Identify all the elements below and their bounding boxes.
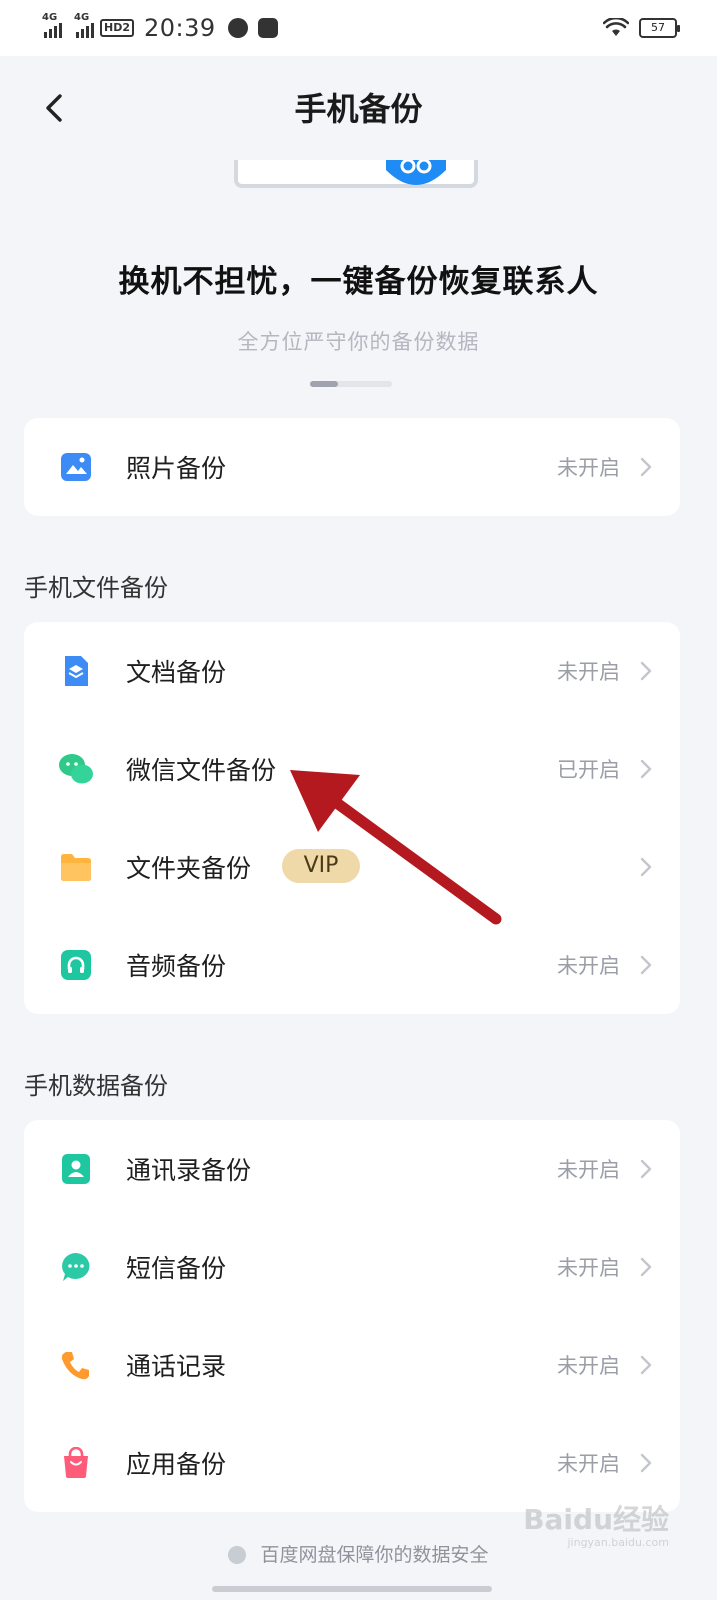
row-label: 文件夹备份 — [126, 854, 252, 883]
folder-backup-row[interactable]: 文件夹备份 VIP — [24, 818, 680, 916]
status-text: 未开启 — [557, 954, 620, 978]
section-title-data: 手机数据备份 — [24, 1072, 168, 1100]
hero-title: 换机不担忧，一键备份恢复联系人 — [118, 264, 599, 300]
shield-icon — [228, 1546, 247, 1564]
chevron-right-icon — [640, 759, 652, 779]
app-notification-icon — [257, 18, 278, 38]
row-label: 音频备份 — [126, 952, 227, 981]
chevron-right-icon — [640, 1159, 652, 1179]
message-icon — [62, 1253, 90, 1281]
call-log-row[interactable]: 通话记录 未开启 — [24, 1316, 680, 1414]
status-text: 未开启 — [557, 1452, 620, 1476]
phone-icon — [61, 1352, 89, 1380]
clock: 20:39 — [144, 14, 216, 42]
watermark-url: jingyan.baidu.com — [567, 1536, 669, 1549]
chevron-right-icon — [640, 1453, 652, 1473]
status-bar: 4G 4G HD2 20:39 57 — [0, 0, 717, 56]
row-label: 微信文件备份 — [126, 756, 277, 785]
app-bag-icon — [64, 1447, 88, 1478]
chevron-right-icon — [640, 661, 652, 681]
section-title-files: 手机文件备份 — [24, 574, 168, 602]
row-label: 文档备份 — [126, 658, 227, 687]
battery-icon: 57 — [639, 18, 680, 38]
chevron-right-icon — [640, 1257, 652, 1277]
photo-icon — [61, 453, 91, 481]
watermark: Baidu经验 jingyan.baidu.com — [523, 1498, 669, 1549]
status-text: 未开启 — [557, 1158, 620, 1182]
photo-backup-row[interactable]: 照片备份 未开启 — [24, 418, 680, 516]
network-type: 4G — [42, 12, 58, 23]
status-text: 已开启 — [557, 758, 620, 782]
vip-badge: VIP — [282, 849, 360, 883]
watermark-brand: Baidu经验 — [523, 1503, 669, 1536]
data-backup-card: 通讯录备份 未开启 短信备份 未开启 通话记录 未开启 应用备份 未开启 — [24, 1120, 680, 1512]
row-label: 通讯录备份 — [126, 1156, 252, 1185]
page-title: 手机备份 — [294, 90, 423, 128]
status-text: 未开启 — [557, 1256, 620, 1280]
home-indicator[interactable] — [212, 1586, 492, 1592]
headphones-icon — [61, 950, 91, 980]
contacts-backup-row[interactable]: 通讯录备份 未开启 — [24, 1120, 680, 1218]
signal-icon: 4G — [74, 12, 94, 38]
row-label: 短信备份 — [126, 1254, 227, 1283]
carousel-dot-active — [310, 381, 338, 387]
footer-text: 百度网盘保障你的数据安全 — [260, 1544, 489, 1566]
row-label: 通话记录 — [126, 1352, 227, 1381]
chevron-right-icon — [640, 457, 652, 477]
notification-icon — [227, 18, 248, 38]
wechat-file-backup-row[interactable]: 微信文件备份 已开启 — [24, 720, 680, 818]
hero-illustration — [230, 160, 490, 198]
audio-backup-row[interactable]: 音频备份 未开启 — [24, 916, 680, 1014]
status-text: 未开启 — [557, 1354, 620, 1378]
signal-icon: 4G — [42, 12, 62, 38]
hero-subtitle: 全方位严守你的备份数据 — [237, 330, 480, 354]
file-backup-card: 文档备份 未开启 微信文件备份 已开启 文件夹备份 VIP 音频备份 未开启 — [24, 622, 680, 1014]
document-icon — [65, 656, 88, 686]
network-type: 4G — [74, 12, 90, 23]
sms-backup-row[interactable]: 短信备份 未开启 — [24, 1218, 680, 1316]
document-backup-row[interactable]: 文档备份 未开启 — [24, 622, 680, 720]
folder-icon — [61, 854, 91, 881]
wifi-icon — [603, 18, 629, 36]
photo-backup-card: 照片备份 未开启 — [24, 418, 680, 516]
status-text: 未开启 — [557, 456, 620, 480]
hd-voice-icon: HD2 — [100, 19, 134, 37]
carousel-indicator — [310, 381, 392, 387]
row-label: 照片备份 — [126, 454, 227, 483]
chevron-right-icon — [640, 1355, 652, 1375]
status-text: 未开启 — [557, 660, 620, 684]
contacts-icon — [62, 1154, 90, 1184]
chevron-right-icon — [640, 857, 652, 877]
chevron-right-icon — [640, 955, 652, 975]
nav-bar: 手机备份 — [0, 56, 717, 160]
wechat-icon — [59, 754, 93, 784]
row-label: 应用备份 — [126, 1450, 227, 1479]
